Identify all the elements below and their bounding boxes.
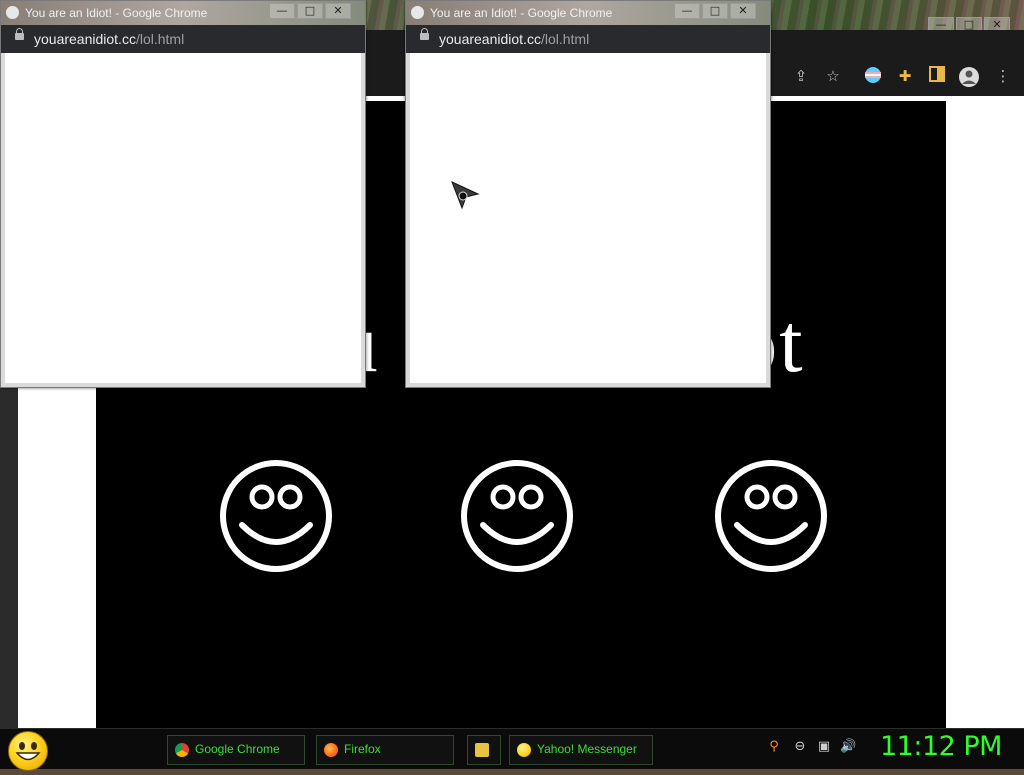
popup-window[interactable]: You are an Idiot! - Google Chrome — □ ✕ … <box>0 0 366 388</box>
taskbar-item-label: Firefox <box>344 742 381 756</box>
volume-icon[interactable]: 🔊 <box>840 739 856 755</box>
taskbar-item-yahoo-messenger[interactable]: Yahoo! Messenger <box>509 735 653 765</box>
smiley-face-icon <box>220 460 332 572</box>
share-icon[interactable]: ⇪ <box>791 66 811 86</box>
yahoo-messenger-icon <box>517 743 531 757</box>
trans-flag-extension-icon[interactable] <box>863 66 883 86</box>
popup-page-content <box>410 53 766 383</box>
do-not-disturb-icon[interactable]: ⊖ <box>792 739 808 755</box>
popup-titlebar[interactable]: You are an Idiot! - Google Chrome — □ ✕ <box>1 1 365 25</box>
lock-icon <box>15 28 24 40</box>
taskbar-item-label: Google Chrome <box>195 742 280 756</box>
popup-address-bar[interactable]: youareanidiot.cc/lol.html <box>1 25 365 53</box>
popup-title: You are an Idiot! - Google Chrome <box>430 6 613 20</box>
taskbar-item-firefox[interactable]: Firefox <box>316 735 454 765</box>
lock-icon <box>420 28 429 40</box>
menu-kebab-icon[interactable]: ⋮ <box>993 66 1013 86</box>
taskbar-item-chrome[interactable]: Google Chrome <box>167 735 305 765</box>
close-button[interactable]: ✕ <box>730 3 756 19</box>
popup-title: You are an Idiot! - Google Chrome <box>25 6 208 20</box>
folder-icon <box>475 743 489 757</box>
chrome-icon <box>175 743 189 757</box>
smiley-start-icon <box>15 742 41 761</box>
popup-address-bar[interactable]: youareanidiot.cc/lol.html <box>406 25 770 53</box>
minimize-button[interactable]: — <box>269 3 295 19</box>
star-icon[interactable]: ☆ <box>823 66 843 86</box>
taskbar-clock[interactable]: 11:12 PM <box>880 731 1002 762</box>
maximize-button[interactable]: □ <box>702 3 728 19</box>
smiley-face-icon <box>715 460 827 572</box>
taskbar: Google Chrome Firefox Yahoo! Messenger ⚲… <box>0 728 1024 771</box>
smiley-face-icon <box>461 460 573 572</box>
taskbar-item-label: Yahoo! Messenger <box>537 742 637 756</box>
reading-list-icon[interactable] <box>927 66 947 86</box>
extensions-puzzle-icon[interactable]: ✚ <box>895 66 915 86</box>
smiley-favicon-icon <box>6 6 19 19</box>
profile-avatar-icon[interactable] <box>958 66 979 87</box>
firefox-icon <box>324 743 338 757</box>
network-icon[interactable]: ▣ <box>816 739 832 755</box>
popup-window-controls: — □ ✕ <box>269 3 351 21</box>
maximize-button[interactable]: □ <box>297 3 323 19</box>
start-button[interactable] <box>8 731 48 771</box>
smiley-favicon-icon <box>411 6 424 19</box>
popup-titlebar[interactable]: You are an Idiot! - Google Chrome — □ ✕ <box>406 1 770 25</box>
search-icon[interactable]: ⚲ <box>766 739 782 755</box>
minimize-button[interactable]: — <box>674 3 700 19</box>
popup-window-controls: — □ ✕ <box>674 3 756 21</box>
close-button[interactable]: ✕ <box>325 3 351 19</box>
popup-url: youareanidiot.cc/lol.html <box>34 31 185 47</box>
mouse-cursor-icon <box>451 181 480 210</box>
popup-page-content <box>5 53 361 383</box>
popup-url: youareanidiot.cc/lol.html <box>439 31 590 47</box>
taskbar-item-folder[interactable] <box>467 735 501 765</box>
